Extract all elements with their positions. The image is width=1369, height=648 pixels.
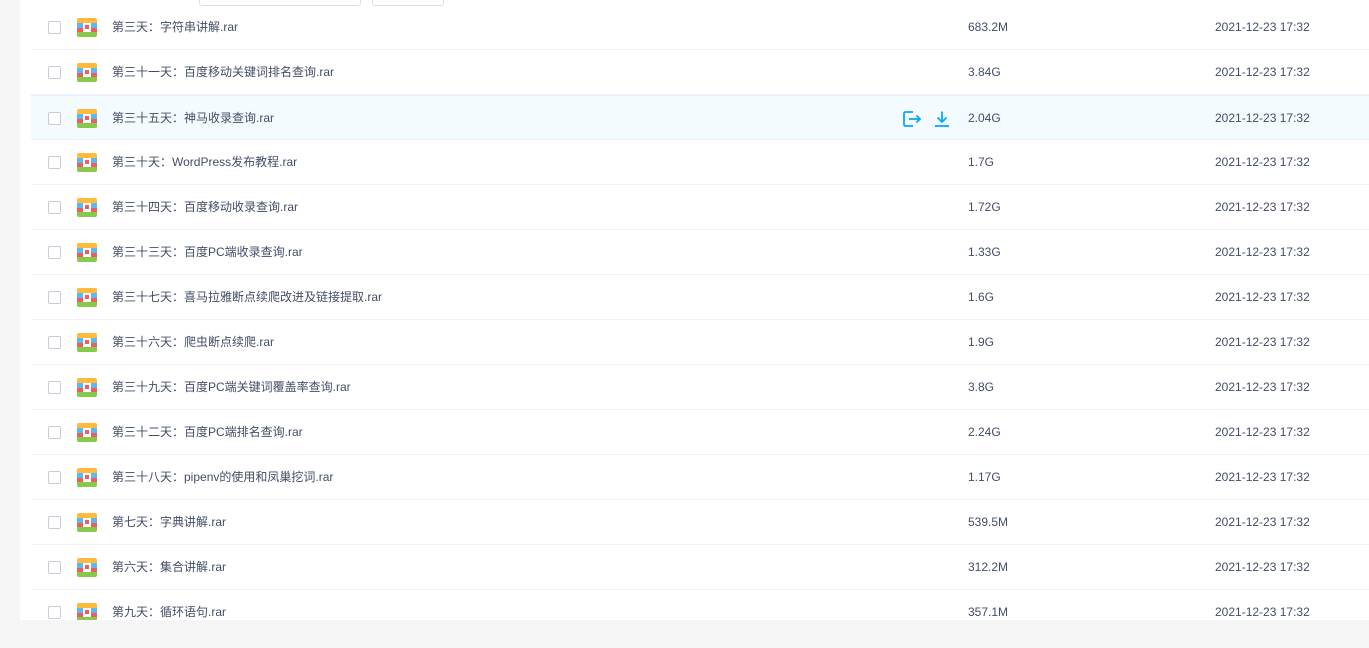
row-checkbox[interactable] <box>48 291 61 304</box>
file-size: 3.84G <box>968 65 1001 79</box>
modified-time: 2021-12-23 17:32 <box>1215 335 1310 349</box>
file-row[interactable]: 第三十五天：神马收录查询.rar 2.04G 2021-12-23 17:32 <box>31 95 1369 140</box>
file-row[interactable]: 第九天：循环语句.rar 357.1M 2021-12-23 17:32 <box>31 590 1369 620</box>
modified-time: 2021-12-23 17:32 <box>1215 605 1310 619</box>
rar-archive-icon <box>77 288 97 307</box>
modified-time: 2021-12-23 17:32 <box>1215 200 1310 214</box>
modified-time: 2021-12-23 17:32 <box>1215 470 1310 484</box>
modified-time: 2021-12-23 17:32 <box>1215 425 1310 439</box>
row-checkbox[interactable] <box>48 561 61 574</box>
file-size: 1.6G <box>968 290 995 304</box>
file-name[interactable]: 第三十四天：百度移动收录查询.rar <box>112 185 298 230</box>
file-name[interactable]: 第三十天：WordPress发布教程.rar <box>112 140 297 185</box>
modified-time: 2021-12-23 17:32 <box>1215 155 1310 169</box>
modified-time: 2021-12-23 17:32 <box>1215 20 1310 34</box>
file-row[interactable]: 第三十天：WordPress发布教程.rar 1.7G 2021-12-23 17:… <box>31 140 1369 185</box>
file-row[interactable]: 第三十九天：百度PC端关键词覆盖率查询.rar 3.8G 2021-12-23 17… <box>31 365 1369 410</box>
file-name[interactable]: 第三十八天：pipenv的使用和凤巢挖词.rar <box>112 455 333 500</box>
file-name[interactable]: 第三十二天：百度PC端排名查询.rar <box>112 410 303 455</box>
file-size: 1.33G <box>968 245 1001 259</box>
file-list-panel: 第三天：字符串讲解.rar 683.2M 2021-12-23 17:32 第三十一天… <box>20 0 1369 620</box>
rar-archive-icon <box>77 109 97 128</box>
file-name[interactable]: 第三十七天：喜马拉雅断点续爬改进及链接提取.rar <box>112 275 382 320</box>
file-size: 1.9G <box>968 335 995 349</box>
file-row[interactable]: 第三十七天：喜马拉雅断点续爬改进及链接提取.rar 1.6G 2021-12-23 … <box>31 275 1369 320</box>
row-checkbox[interactable] <box>48 336 61 349</box>
modified-time: 2021-12-23 17:32 <box>1215 560 1310 574</box>
modified-time: 2021-12-23 17:32 <box>1215 290 1310 304</box>
file-size: 1.17G <box>968 470 1001 484</box>
file-row[interactable]: 第三十一天：百度移动关键词排名查询.rar 3.84G 2021-12-23 17:… <box>31 50 1369 95</box>
row-checkbox[interactable] <box>48 156 61 169</box>
file-size: 1.7G <box>968 155 995 169</box>
file-name[interactable]: 第七天：字典讲解.rar <box>112 500 226 545</box>
rar-archive-icon <box>77 153 97 172</box>
file-size: 1.72G <box>968 200 1001 214</box>
row-actions <box>902 110 962 128</box>
share-out-icon[interactable] <box>902 110 922 128</box>
file-name[interactable]: 第三十九天：百度PC端关键词覆盖率查询.rar <box>112 365 351 410</box>
row-checkbox[interactable] <box>48 66 61 79</box>
file-size: 357.1M <box>968 605 1009 619</box>
rar-archive-icon <box>77 423 97 442</box>
row-checkbox[interactable] <box>48 516 61 529</box>
rar-archive-icon <box>77 243 97 262</box>
modified-time: 2021-12-23 17:32 <box>1215 380 1310 394</box>
rar-archive-icon <box>77 603 97 620</box>
modified-time: 2021-12-23 17:32 <box>1215 65 1310 79</box>
row-checkbox[interactable] <box>48 606 61 619</box>
rar-archive-icon <box>77 18 97 37</box>
row-checkbox[interactable] <box>48 112 61 125</box>
rar-archive-icon <box>77 558 97 577</box>
rar-archive-icon <box>77 198 97 217</box>
file-row[interactable]: 第三天：字符串讲解.rar 683.2M 2021-12-23 17:32 <box>31 5 1369 50</box>
file-size: 3.8G <box>968 380 995 394</box>
file-row[interactable]: 第三十八天：pipenv的使用和凤巢挖词.rar 1.17G 2021-12-23 … <box>31 455 1369 500</box>
row-checkbox[interactable] <box>48 471 61 484</box>
file-name[interactable]: 第三十一天：百度移动关键词排名查询.rar <box>112 50 334 95</box>
file-row[interactable]: 第三十六天：爬虫断点续爬.rar 1.9G 2021-12-23 17:32 <box>31 320 1369 365</box>
file-size: 312.2M <box>968 560 1009 574</box>
modified-time: 2021-12-23 17:32 <box>1215 111 1310 125</box>
file-name[interactable]: 第三十五天：神马收录查询.rar <box>112 96 274 141</box>
row-checkbox[interactable] <box>48 21 61 34</box>
file-row[interactable]: 第七天：字典讲解.rar 539.5M 2021-12-23 17:32 <box>31 500 1369 545</box>
rar-archive-icon <box>77 378 97 397</box>
row-checkbox[interactable] <box>48 201 61 214</box>
row-checkbox[interactable] <box>48 381 61 394</box>
modified-time: 2021-12-23 17:32 <box>1215 245 1310 259</box>
file-row[interactable]: 第三十二天：百度PC端排名查询.rar 2.24G 2021-12-23 17:32 <box>31 410 1369 455</box>
row-checkbox[interactable] <box>48 426 61 439</box>
file-row[interactable]: 第三十三天：百度PC端收录查询.rar 1.33G 2021-12-23 17:32 <box>31 230 1369 275</box>
file-list: 第三天：字符串讲解.rar 683.2M 2021-12-23 17:32 第三十一天… <box>31 5 1369 620</box>
file-row[interactable]: 第三十四天：百度移动收录查询.rar 1.72G 2021-12-23 17:32 <box>31 185 1369 230</box>
file-name[interactable]: 第三十三天：百度PC端收录查询.rar <box>112 230 303 275</box>
rar-archive-icon <box>77 513 97 532</box>
file-row[interactable]: 第六天：集合讲解.rar 312.2M 2021-12-23 17:32 <box>31 545 1369 590</box>
file-size: 2.04G <box>968 111 1001 125</box>
file-size: 539.5M <box>968 515 1009 529</box>
file-name[interactable]: 第三天：字符串讲解.rar <box>112 5 238 50</box>
rar-archive-icon <box>77 333 97 352</box>
file-name[interactable]: 第九天：循环语句.rar <box>112 590 226 620</box>
rar-archive-icon <box>77 468 97 487</box>
file-name[interactable]: 第六天：集合讲解.rar <box>112 545 226 590</box>
rar-archive-icon <box>77 63 97 82</box>
file-size: 683.2M <box>968 20 1009 34</box>
download-icon[interactable] <box>932 110 952 128</box>
file-name[interactable]: 第三十六天：爬虫断点续爬.rar <box>112 320 274 365</box>
file-size: 2.24G <box>968 425 1001 439</box>
row-checkbox[interactable] <box>48 246 61 259</box>
modified-time: 2021-12-23 17:32 <box>1215 515 1310 529</box>
